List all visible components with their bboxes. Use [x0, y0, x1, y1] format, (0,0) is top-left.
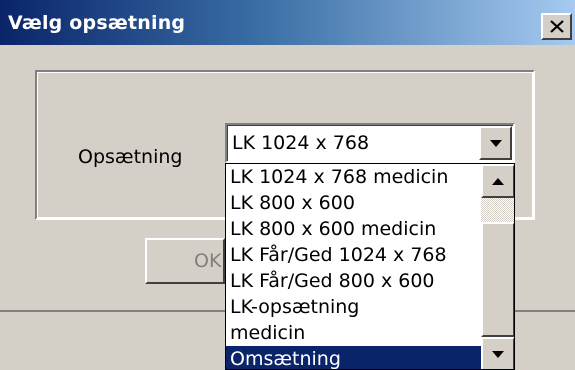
combo-dropdown-button[interactable] [479, 126, 512, 160]
window-title: Vælg opsætning [8, 12, 186, 34]
ok-button-label: OK [194, 250, 222, 272]
setup-dropdown-list[interactable]: LK 1024 x 768 medicin LK 800 x 600 LK 80… [225, 163, 515, 370]
combo-selected-value: LK 1024 x 768 [232, 132, 370, 154]
title-bar[interactable]: Vælg opsætning [0, 0, 575, 45]
chevron-down-icon [492, 350, 504, 358]
scroll-up-button[interactable] [481, 164, 514, 198]
setup-combobox[interactable]: LK 1024 x 768 [225, 123, 515, 163]
scrollbar-thumb[interactable] [481, 222, 514, 337]
chevron-down-icon [489, 139, 502, 147]
ok-button[interactable]: OK [145, 238, 225, 284]
list-item[interactable]: LK 1024 x 768 medicin [226, 164, 481, 190]
list-item[interactable]: LK 800 x 600 [226, 190, 481, 216]
chevron-up-icon [492, 177, 504, 185]
setup-label: Opsætning [78, 146, 183, 168]
list-item[interactable]: LK Får/Ged 800 x 600 [226, 268, 481, 294]
dialog-window: Vælg opsætning Opsætning LK 1024 x 768 O… [0, 0, 575, 370]
list-item-selected[interactable]: Omsætning [226, 346, 481, 369]
close-icon [549, 20, 564, 33]
list-item[interactable]: LK 800 x 600 medicin [226, 216, 481, 242]
dropdown-items: LK 1024 x 768 medicin LK 800 x 600 LK 80… [226, 164, 481, 369]
list-item[interactable]: medicin [226, 320, 481, 346]
list-item[interactable]: LK Får/Ged 1024 x 768 [226, 242, 481, 268]
scrollbar-track-upper[interactable] [481, 198, 514, 222]
close-button[interactable] [541, 13, 572, 40]
scroll-down-button[interactable] [481, 337, 514, 369]
list-item[interactable]: LK-opsætning [226, 294, 481, 320]
dropdown-scrollbar[interactable] [481, 164, 514, 369]
